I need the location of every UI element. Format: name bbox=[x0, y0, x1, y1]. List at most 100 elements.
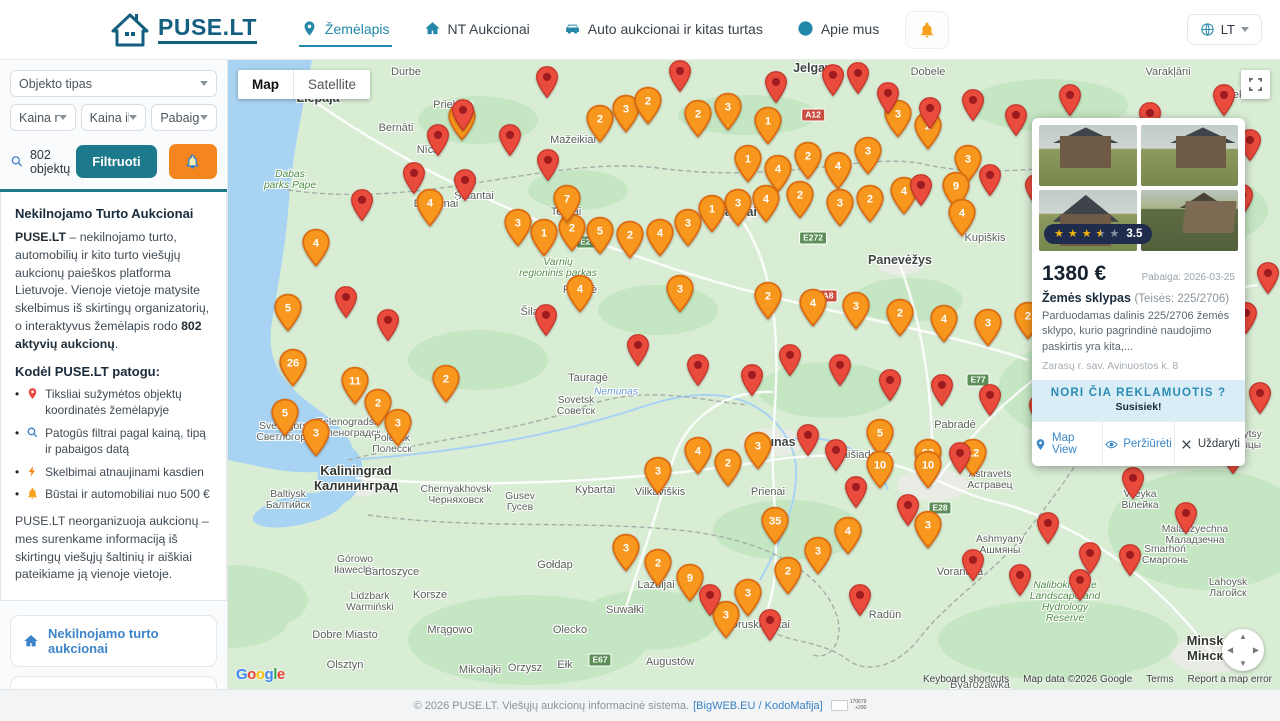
cluster-marker[interactable]: 5 bbox=[586, 216, 615, 260]
cluster-marker[interactable]: 4 bbox=[302, 228, 331, 272]
filter-button[interactable]: Filtruoti bbox=[76, 145, 156, 178]
cluster-marker[interactable]: 4 bbox=[799, 288, 828, 332]
single-pin-marker[interactable] bbox=[1212, 83, 1236, 122]
single-pin-marker[interactable] bbox=[698, 583, 722, 622]
cluster-marker[interactable]: 4 bbox=[646, 218, 675, 262]
single-pin-marker[interactable] bbox=[876, 81, 900, 120]
single-pin-marker[interactable] bbox=[961, 548, 985, 587]
cluster-marker[interactable]: 2 bbox=[786, 180, 815, 224]
single-pin-marker[interactable] bbox=[350, 188, 374, 227]
nav-item-4[interactable]: Apie mus bbox=[795, 12, 881, 47]
nav-item-2[interactable]: NT Aukcionai bbox=[422, 12, 532, 47]
single-pin-marker[interactable] bbox=[1036, 511, 1060, 550]
attribution-item-3[interactable]: Terms bbox=[1146, 674, 1173, 685]
price-from-select[interactable]: Kaina nuo bbox=[10, 104, 76, 131]
cluster-marker[interactable]: 4 bbox=[566, 274, 595, 318]
cluster-marker[interactable]: 3 bbox=[854, 136, 883, 180]
cluster-marker[interactable]: 3 bbox=[714, 92, 743, 136]
cluster-marker[interactable]: 2 bbox=[856, 184, 885, 228]
single-pin-marker[interactable] bbox=[536, 148, 560, 187]
cluster-marker[interactable]: 3 bbox=[842, 291, 871, 335]
single-pin-marker[interactable] bbox=[796, 423, 820, 462]
cluster-marker[interactable]: 3 bbox=[666, 274, 695, 318]
single-pin-marker[interactable] bbox=[828, 353, 852, 392]
single-pin-marker[interactable] bbox=[1008, 563, 1032, 602]
single-pin-marker[interactable] bbox=[1174, 501, 1198, 540]
single-pin-marker[interactable] bbox=[1004, 103, 1028, 142]
single-pin-marker[interactable] bbox=[626, 333, 650, 372]
cluster-marker[interactable]: 3 bbox=[974, 308, 1003, 352]
single-pin-marker[interactable] bbox=[334, 285, 358, 324]
single-pin-marker[interactable] bbox=[1121, 466, 1145, 505]
single-pin-marker[interactable] bbox=[918, 96, 942, 135]
cluster-marker[interactable]: 3 bbox=[504, 208, 533, 252]
cluster-marker[interactable]: 26 bbox=[279, 348, 308, 392]
single-pin-marker[interactable] bbox=[844, 475, 868, 514]
single-pin-marker[interactable] bbox=[1118, 543, 1142, 582]
single-pin-marker[interactable] bbox=[451, 98, 475, 137]
cluster-marker[interactable]: 3 bbox=[804, 536, 833, 580]
single-pin-marker[interactable] bbox=[896, 493, 920, 532]
object-type-select[interactable]: Objekto tipas bbox=[10, 70, 217, 97]
single-pin-marker[interactable] bbox=[848, 583, 872, 622]
credits-link[interactable]: [BigWEB.EU / KodoMafija] bbox=[693, 700, 823, 712]
single-pin-marker[interactable] bbox=[764, 70, 788, 109]
site-logo[interactable]: PUSE.LT bbox=[110, 12, 257, 48]
single-pin-marker[interactable] bbox=[824, 438, 848, 477]
listing-photo-2[interactable] bbox=[1141, 125, 1239, 186]
single-pin-marker[interactable] bbox=[1058, 83, 1082, 122]
cluster-marker[interactable]: 2 bbox=[644, 548, 673, 592]
single-pin-marker[interactable] bbox=[878, 368, 902, 407]
single-pin-marker[interactable] bbox=[376, 308, 400, 347]
cluster-marker[interactable]: 3 bbox=[384, 408, 413, 452]
single-pin-marker[interactable] bbox=[846, 61, 870, 100]
single-pin-marker[interactable] bbox=[534, 303, 558, 342]
cluster-marker[interactable]: 2 bbox=[634, 86, 663, 130]
satellite-view-button[interactable]: Satellite bbox=[293, 70, 370, 99]
sidebar-link-2[interactable]: Automobilių varžytinės bbox=[10, 676, 217, 689]
pan-control[interactable]: ▲ ▼ ◀ ▶ bbox=[1222, 629, 1264, 671]
listing-photo-4[interactable] bbox=[1141, 190, 1239, 251]
single-pin-marker[interactable] bbox=[426, 123, 450, 162]
sidebar-link-1[interactable]: Nekilnojamo turto aukcionai bbox=[10, 615, 217, 667]
single-pin-marker[interactable] bbox=[686, 353, 710, 392]
cluster-marker[interactable]: 4 bbox=[752, 184, 781, 228]
cluster-marker[interactable]: 5 bbox=[271, 398, 300, 442]
cluster-marker[interactable]: 7 bbox=[553, 184, 582, 228]
cluster-marker[interactable]: 3 bbox=[302, 418, 331, 462]
attribution-item-2[interactable]: Map data ©2026 Google bbox=[1023, 674, 1132, 685]
cluster-marker[interactable]: 4 bbox=[930, 304, 959, 348]
single-pin-marker[interactable] bbox=[402, 161, 426, 200]
single-pin-marker[interactable] bbox=[535, 65, 559, 104]
cluster-marker[interactable]: 2 bbox=[774, 556, 803, 600]
single-pin-marker[interactable] bbox=[498, 123, 522, 162]
popup-action-2[interactable]: Peržiūrėti bbox=[1102, 422, 1174, 466]
cluster-marker[interactable]: 2 bbox=[432, 364, 461, 408]
cluster-marker[interactable]: 2 bbox=[754, 281, 783, 325]
advertise-banner[interactable]: NORI ČIA REKLAMUOTIS ? Susisiek! bbox=[1032, 380, 1245, 421]
single-pin-marker[interactable] bbox=[1248, 381, 1272, 420]
single-pin-marker[interactable] bbox=[909, 173, 933, 212]
cluster-marker[interactable]: 3 bbox=[744, 431, 773, 475]
single-pin-marker[interactable] bbox=[978, 383, 1002, 422]
cluster-marker[interactable]: 3 bbox=[674, 208, 703, 252]
single-pin-marker[interactable] bbox=[930, 373, 954, 412]
map-canvas[interactable]: LiepājaDurbePriekuleBernātiNīcaDabas par… bbox=[228, 60, 1280, 689]
nav-item-3[interactable]: Auto aukcionai ir kitas turtas bbox=[562, 12, 765, 47]
cluster-marker[interactable]: 4 bbox=[948, 198, 977, 242]
google-logo[interactable]: Google bbox=[236, 666, 285, 683]
map-view-button[interactable]: Map bbox=[238, 70, 293, 99]
cluster-marker[interactable]: 1 bbox=[734, 144, 763, 188]
fullscreen-button[interactable] bbox=[1241, 70, 1270, 99]
single-pin-marker[interactable] bbox=[453, 168, 477, 207]
single-pin-marker[interactable] bbox=[1256, 261, 1280, 300]
single-pin-marker[interactable] bbox=[1078, 541, 1102, 580]
cluster-marker[interactable]: 3 bbox=[826, 188, 855, 232]
single-pin-marker[interactable] bbox=[978, 163, 1002, 202]
popup-action-1[interactable]: Map View bbox=[1032, 422, 1102, 466]
cluster-marker[interactable]: 2 bbox=[586, 104, 615, 148]
cluster-marker[interactable]: 2 bbox=[886, 298, 915, 342]
cluster-marker[interactable]: 3 bbox=[644, 456, 673, 500]
single-pin-marker[interactable] bbox=[778, 343, 802, 382]
cluster-marker[interactable]: 35 bbox=[761, 506, 790, 550]
